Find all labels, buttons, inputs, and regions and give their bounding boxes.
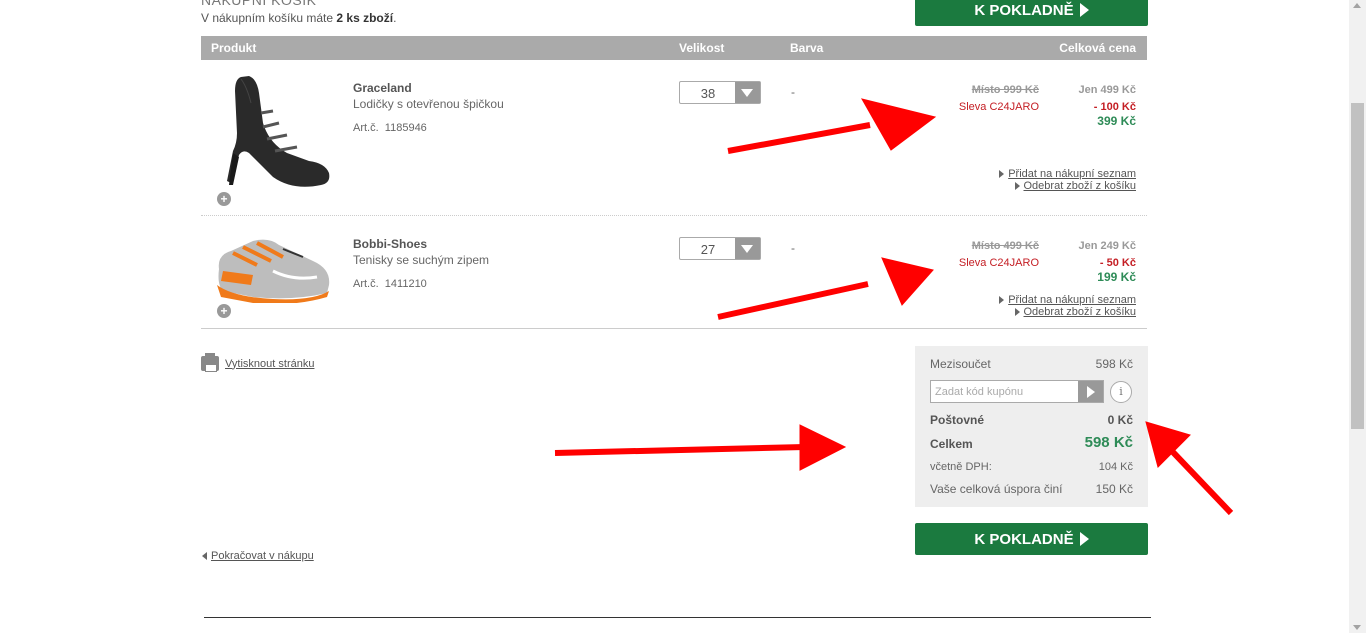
vat-label: včetně DPH: [930, 461, 992, 473]
triangle-right-icon [1014, 308, 1020, 316]
total-value: 598 Kč [1084, 434, 1133, 451]
header-color: Barva [790, 41, 824, 55]
product-name[interactable]: Graceland [353, 81, 412, 95]
plus-icon[interactable]: + [217, 192, 231, 206]
cart-table-header: Produkt Velikost Barva Celková cena [201, 36, 1147, 60]
arrow-right-icon [1087, 386, 1095, 398]
product-name[interactable]: Bobbi-Shoes [353, 237, 427, 251]
print-page-link[interactable]: Vytisknout stránku [201, 353, 315, 372]
chevron-down-icon [735, 82, 760, 103]
continue-shopping-link[interactable]: Pokračovat v nákupu [202, 550, 314, 562]
total-label: Celkem [930, 437, 973, 451]
color-value: - [791, 241, 795, 255]
article-label: Art.č. [353, 278, 379, 290]
product-image-heels[interactable] [213, 73, 333, 191]
discount-label: Sleva C24JARO [958, 101, 1039, 113]
remove-item-link[interactable]: Odebrat zboží z košíku [1014, 180, 1137, 192]
triangle-right-icon [1014, 182, 1020, 190]
size-value: 38 [700, 86, 716, 101]
savings-value: 150 Kč [1095, 482, 1133, 496]
savings-label: Vaše celková úspora činí [930, 482, 1063, 496]
cart-item: + Bobbi-Shoes Tenisky se suchým zipem Ar… [201, 217, 1147, 329]
scrollbar[interactable] [1349, 0, 1366, 633]
add-to-list-link[interactable]: Přidat na nákupní seznam [999, 168, 1136, 180]
price-old: Místo 499 Kč [971, 240, 1039, 252]
discount-label: Sleva C24JARO [958, 257, 1039, 269]
chevron-down-icon [735, 238, 760, 259]
cart-page: NÁKUPNÍ KOŠÍK V nákupním košíku máte 2 k… [0, 0, 1366, 633]
price-only: Jen 249 Kč [1078, 240, 1136, 252]
remove-item-link[interactable]: Odebrat zboží z košíku [1014, 306, 1137, 318]
printer-icon [201, 353, 219, 372]
page-title: NÁKUPNÍ KOŠÍK [201, 0, 317, 8]
subtotal-label: Mezisoučet [930, 357, 991, 371]
coupon-field [930, 380, 1104, 403]
triangle-right-icon [999, 170, 1005, 178]
product-article: Art.č. 1185946 [353, 122, 427, 134]
price-old: Místo 999 Kč [971, 84, 1039, 96]
cart-summary-text: V nákupním košíku máte 2 ks zboží. [201, 11, 396, 25]
discount-value: - 50 Kč [1099, 257, 1136, 269]
remove-label: Odebrat zboží z košíku [1023, 306, 1137, 318]
add-to-list-link[interactable]: Přidat na nákupní seznam [999, 294, 1136, 306]
header-size: Velikost [679, 41, 725, 55]
price-final: 199 Kč [1097, 270, 1136, 284]
order-summary: Mezisoučet 598 Kč i Poštovné 0 Kč Celkem… [915, 346, 1148, 507]
checkout-label: K POKLADNĚ [974, 1, 1074, 19]
article-label: Art.č. [353, 122, 379, 134]
subtitle-suffix: . [393, 11, 397, 25]
article-number: 1411210 [384, 278, 427, 290]
annotation-arrow-3 [799, 424, 847, 471]
scroll-up-icon[interactable] [1353, 3, 1361, 8]
product-description: Lodičky s otevřenou špičkou [353, 97, 504, 111]
print-label: Vytisknout stránku [225, 357, 315, 370]
subtotal-value: 598 Kč [1095, 357, 1133, 371]
plus-icon[interactable]: + [217, 304, 231, 318]
coupon-submit-button[interactable] [1078, 381, 1103, 402]
article-number: 1185946 [384, 122, 427, 134]
header-total: Celková cena [1059, 41, 1136, 55]
size-select[interactable]: 27 [679, 237, 761, 260]
coupon-input[interactable] [931, 381, 1077, 402]
triangle-left-icon [202, 552, 207, 560]
info-icon[interactable]: i [1110, 381, 1132, 403]
price-only: Jen 499 Kč [1078, 84, 1136, 96]
add-to-list-label: Přidat na nákupní seznam [1008, 294, 1136, 306]
shipping-value: 0 Kč [1107, 413, 1133, 427]
shipping-label: Poštovné [930, 413, 985, 427]
size-value: 27 [700, 242, 716, 257]
checkout-button-bottom[interactable]: K POKLADNĚ [915, 523, 1148, 555]
continue-label: Pokračovat v nákupu [211, 550, 314, 562]
item-count: 2 ks zboží [336, 11, 394, 25]
discount-value: - 100 Kč [1093, 101, 1136, 113]
scrollbar-thumb[interactable] [1351, 103, 1364, 429]
color-value: - [791, 85, 795, 99]
scroll-down-icon[interactable] [1353, 625, 1361, 630]
arrow-right-icon [1079, 532, 1089, 546]
price-final: 399 Kč [1097, 114, 1136, 128]
annotation-arrow-4 [1145, 421, 1191, 468]
arrow-right-icon [1079, 3, 1089, 17]
vat-value: 104 Kč [1098, 461, 1133, 473]
triangle-right-icon [999, 296, 1005, 304]
product-description: Tenisky se suchým zipem [353, 253, 490, 267]
checkout-button-top[interactable]: K POKLADNĚ [915, 0, 1148, 26]
add-to-list-label: Přidat na nákupní seznam [1008, 168, 1136, 180]
size-select[interactable]: 38 [679, 81, 761, 104]
remove-label: Odebrat zboží z košíku [1023, 180, 1137, 192]
subtitle-prefix: V nákupním košíku máte [201, 11, 337, 25]
footer-divider [204, 617, 1151, 618]
checkout-label: K POKLADNĚ [974, 530, 1074, 548]
cart-item: + Graceland Lodičky s otevřenou špičkou … [201, 61, 1147, 216]
product-article: Art.č. 1411210 [353, 278, 427, 290]
header-product: Produkt [211, 41, 257, 55]
product-image-sneakers[interactable] [213, 231, 333, 303]
